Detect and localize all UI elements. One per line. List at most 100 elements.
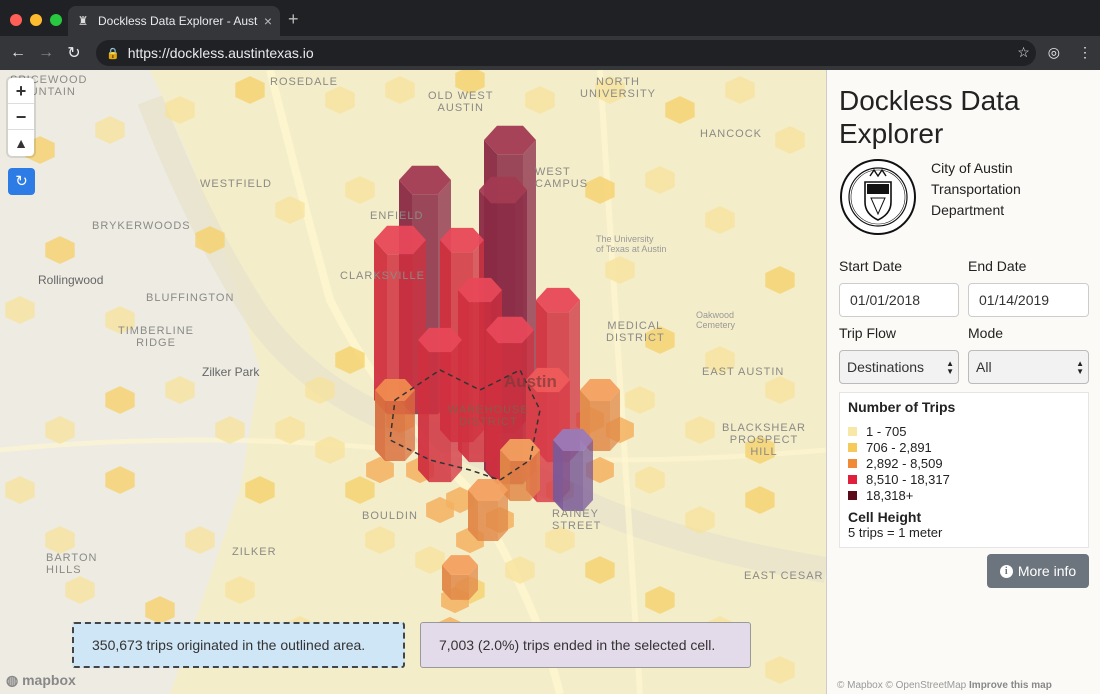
end-date-input[interactable]: 01/14/2019 xyxy=(968,283,1089,317)
more-info-button[interactable]: i More info xyxy=(987,554,1089,588)
trip-column xyxy=(385,401,405,461)
improve-map-link[interactable]: Improve this map xyxy=(969,680,1052,691)
side-panel: Dockless Data Explorer City of Austin Tr… xyxy=(826,70,1100,694)
zoom-out-button[interactable]: − xyxy=(8,104,34,130)
origin-info-text: 350,673 trips originated in the outlined… xyxy=(92,637,366,653)
map-canvas[interactable]: SPICEWOOD MOUNTAIN ROSEDALE OLD WEST AUS… xyxy=(0,70,826,694)
legend-item: 8,510 - 18,317 xyxy=(848,471,1080,487)
map-label-austin: Austin xyxy=(504,372,557,391)
map-label-bluffington: BLUFFINGTON xyxy=(146,292,235,304)
cell-height-title: Cell Height xyxy=(848,509,922,525)
map-label-university: The University of Texas at Austin xyxy=(596,234,667,254)
new-tab-button[interactable]: + xyxy=(288,10,299,28)
refresh-button[interactable]: ↻ xyxy=(8,168,35,195)
page-title: Dockless Data Explorer xyxy=(839,85,1020,149)
map-attribution[interactable]: © Mapbox © OpenStreetMap Improve this ma… xyxy=(837,680,1052,691)
legend-label: 18,318+ xyxy=(866,487,914,503)
close-tab-icon[interactable]: × xyxy=(264,13,272,29)
legend-items: 1 - 705 706 - 2,891 2,892 - 8,509 8,510 - 1… xyxy=(848,423,1080,503)
forward-icon[interactable]: → xyxy=(32,44,60,62)
map-label-brykerwoods: BRYKERWOODS xyxy=(92,220,191,232)
select-arrows-icon: ▲ ▼ xyxy=(1076,359,1084,376)
map-label-rosedale: ROSEDALE xyxy=(270,76,338,88)
close-window-button[interactable] xyxy=(10,14,22,26)
destination-info-text: 7,003 (2.0%) trips ended in the selected… xyxy=(439,637,716,653)
destination-info-box: 7,003 (2.0%) trips ended in the selected… xyxy=(420,622,751,668)
map-label-timberline: TIMBERLINE RIDGE xyxy=(118,325,195,349)
browser-chrome: ♜ Dockless Data Explorer - Austi × + ← →… xyxy=(0,0,1100,70)
trip-column xyxy=(510,461,530,501)
legend-label: 2,892 - 8,509 xyxy=(866,455,943,471)
legend-label: 1 - 705 xyxy=(866,423,907,439)
selected-cell xyxy=(583,440,593,511)
legend-label: 706 - 2,891 xyxy=(866,439,932,455)
tab-title: Dockless Data Explorer - Austi xyxy=(98,14,258,28)
mapbox-logo[interactable]: ◍ mapbox xyxy=(6,672,76,689)
address-bar[interactable]: 🔒 https://dockless.austintexas.io xyxy=(96,40,1036,66)
start-date-input[interactable]: 01/01/2018 xyxy=(839,283,959,317)
bookmark-star-icon[interactable]: ☆ xyxy=(1017,44,1030,61)
incognito-icon[interactable]: ◎ xyxy=(1048,44,1060,61)
legend: Number of Trips 1 - 705 706 - 2,891 2,892 … xyxy=(839,392,1089,548)
trip-column xyxy=(478,501,498,541)
map-label-zilker-park: Zilker Park xyxy=(202,365,260,379)
map-label-warehouse: WAREHOUSE DISTRICT xyxy=(448,404,529,428)
map-label-bouldin: BOULDIN xyxy=(362,510,418,522)
favicon-icon: ♜ xyxy=(77,14,89,28)
browser-tab[interactable]: ♜ Dockless Data Explorer - Austi × xyxy=(68,6,280,36)
end-date-label: End Date xyxy=(968,258,1027,274)
compass-button[interactable]: ▲ xyxy=(8,130,34,156)
menu-dots-icon[interactable]: ⋮ xyxy=(1078,44,1092,61)
attribution-text: © Mapbox © OpenStreetMap xyxy=(837,680,967,691)
more-info-label: More info xyxy=(1017,563,1077,579)
trip-column xyxy=(375,390,385,461)
trip-flow-select[interactable]: Destinations ▲ ▼ xyxy=(839,350,959,384)
mode-select[interactable]: All ▲ ▼ xyxy=(968,350,1089,384)
trip-flow-label: Trip Flow xyxy=(839,325,897,341)
lock-icon: 🔒 xyxy=(106,47,120,60)
legend-swatch xyxy=(848,474,857,484)
maximize-window-button[interactable] xyxy=(50,14,62,26)
map-label-oakwood: Oakwood Cemetery xyxy=(696,310,736,330)
minimize-window-button[interactable] xyxy=(30,14,42,26)
trip-flow-value: Destinations xyxy=(847,359,925,375)
browser-toolbar: ← → ↻ 🔒 https://dockless.austintexas.io … xyxy=(0,36,1100,70)
reload-icon[interactable]: ↻ xyxy=(60,43,88,63)
selected-cell xyxy=(553,440,563,511)
map-label-clarksville: CLARKSVILLE xyxy=(340,270,425,282)
info-icon: i xyxy=(999,564,1013,578)
origin-info-box: 350,673 trips originated in the outlined… xyxy=(72,622,405,668)
legend-item: 706 - 2,891 xyxy=(848,439,1080,455)
legend-title: Number of Trips xyxy=(848,399,956,415)
window-controls xyxy=(10,14,62,26)
map-label-west-campus: WEST CAMPUS xyxy=(535,166,589,190)
department-name: City of Austin Transportation Department xyxy=(931,158,1091,221)
url-text: https://dockless.austintexas.io xyxy=(127,45,314,61)
map-svg xyxy=(0,70,826,694)
mapbox-logo-text: mapbox xyxy=(22,672,76,688)
city-seal-icon xyxy=(840,159,916,235)
trip-column xyxy=(451,574,469,600)
zoom-in-button[interactable]: + xyxy=(8,78,34,104)
legend-item: 18,318+ xyxy=(848,487,1080,503)
map-label-westfield: WESTFIELD xyxy=(200,178,272,190)
back-icon[interactable]: ← xyxy=(4,44,32,62)
department-line-2: Transportation xyxy=(931,181,1021,197)
mapbox-icon: ◍ xyxy=(6,672,19,688)
legend-swatch xyxy=(848,442,857,452)
map-label-north-university: NORTH UNIVERSITY xyxy=(580,76,657,100)
tab-strip: ♜ Dockless Data Explorer - Austi × + xyxy=(0,0,1100,36)
legend-item: 1 - 705 xyxy=(848,423,1080,439)
map-label-medical: MEDICAL DISTRICT xyxy=(606,320,665,344)
legend-item: 2,892 - 8,509 xyxy=(848,455,1080,471)
department-line-3: Department xyxy=(931,202,1005,218)
map-label-barton-hills: BARTON HILLS xyxy=(46,552,98,576)
map-label-rollingwood: Rollingwood xyxy=(38,273,104,287)
legend-swatch xyxy=(848,490,857,500)
map-label-east-austin: EAST AUSTIN xyxy=(702,366,785,378)
map-label-east-cesar: EAST CESAR xyxy=(744,570,824,582)
map-label-zilker: ZILKER xyxy=(232,546,277,558)
zoom-control: + − ▲ xyxy=(8,78,34,156)
selected-cell xyxy=(563,451,583,511)
map-label-rainey: RAINEY STREET xyxy=(552,508,602,532)
